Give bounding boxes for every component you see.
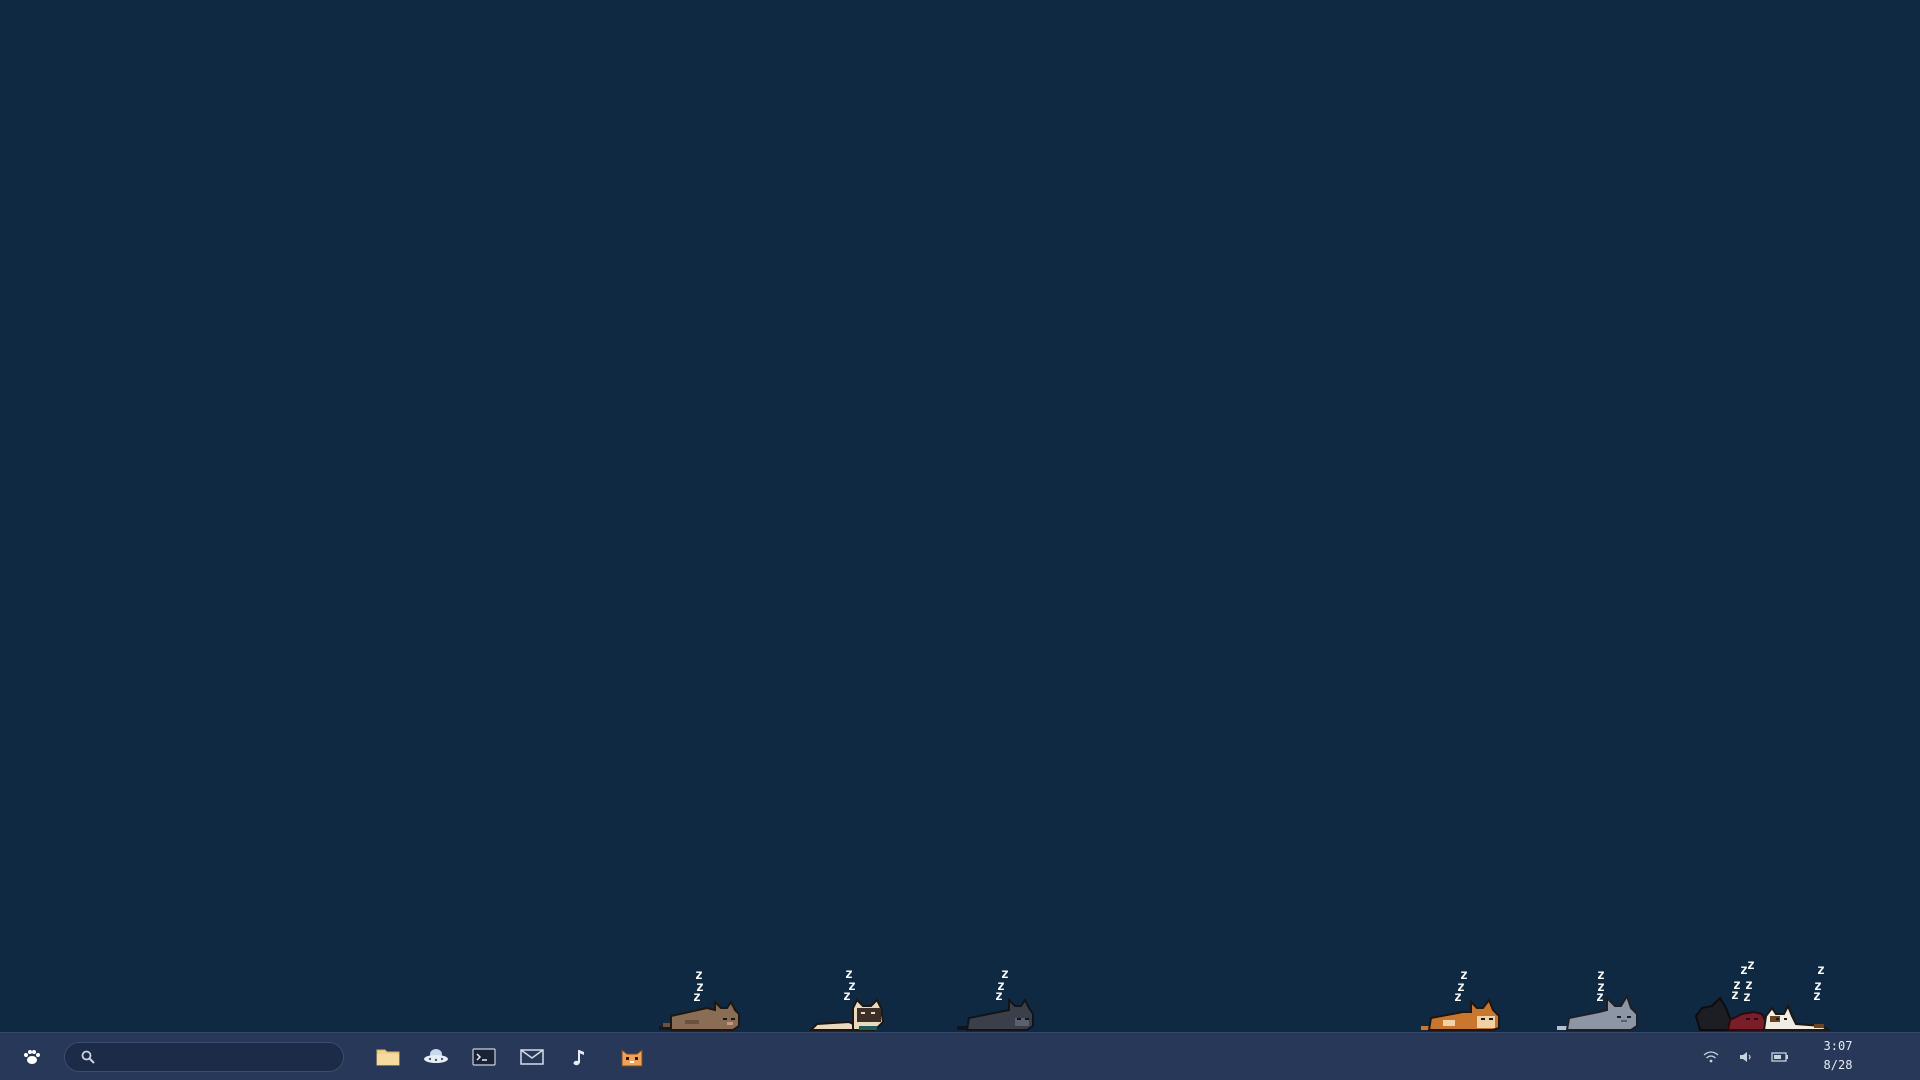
- sleeping-cat-gray[interactable]: z z z: [1553, 922, 1663, 1032]
- cat-sprite: [957, 997, 1034, 1031]
- search-icon: [81, 1050, 95, 1064]
- clock-time: 3:07: [1823, 1039, 1853, 1053]
- cat-face-icon: [621, 1048, 643, 1066]
- mail-icon: [520, 1048, 544, 1065]
- cat-sprite: [1421, 997, 1500, 1031]
- cat-sprite: [1557, 993, 1638, 1031]
- clock-date: 8/28: [1823, 1058, 1853, 1072]
- cat-app-button[interactable]: [610, 1033, 654, 1080]
- paw-icon: [24, 1049, 40, 1064]
- speaker-icon: [1740, 1051, 1751, 1062]
- sleep-z: z: [1817, 963, 1825, 978]
- ufo-icon: [424, 1048, 448, 1063]
- folder-icon: [376, 1049, 400, 1065]
- sleeping-cat-orange[interactable]: z z z: [1415, 922, 1525, 1032]
- sleeping-cat-brown[interactable]: z z z: [655, 922, 765, 1032]
- sleeping-cat-dark-gray[interactable]: z z z: [953, 922, 1063, 1032]
- sleeping-cat-group[interactable]: z z z z z z z z z: [1690, 922, 1860, 1032]
- terminal-app-button[interactable]: [462, 1033, 506, 1080]
- cat-sprite: [809, 998, 885, 1031]
- taskbar: 3:07 8/28: [0, 1032, 1920, 1080]
- sleep-z: z: [1747, 958, 1755, 973]
- music-app-button[interactable]: [558, 1033, 602, 1080]
- wifi-status[interactable]: [1696, 1033, 1726, 1080]
- search-input[interactable]: [101, 1047, 335, 1069]
- browser-app-button[interactable]: [414, 1033, 458, 1080]
- desktop-background: z z z z z z z z z z z z z z z z z z z z …: [0, 0, 1920, 1032]
- wifi-icon: [1703, 1050, 1719, 1062]
- search-box[interactable]: [64, 1042, 344, 1072]
- terminal-icon: [472, 1047, 496, 1066]
- clock[interactable]: 3:07 8/28: [1808, 1037, 1868, 1077]
- music-note-icon: [573, 1049, 584, 1065]
- cat-sprite-group: [1694, 996, 1832, 1031]
- mail-app-button[interactable]: [510, 1033, 554, 1080]
- cat-sprite: [659, 999, 740, 1031]
- files-app-button[interactable]: [366, 1033, 410, 1080]
- start-button[interactable]: [10, 1033, 54, 1080]
- battery-status[interactable]: [1765, 1033, 1795, 1080]
- sleeping-cat-siamese[interactable]: z z z: [805, 922, 915, 1032]
- volume-control[interactable]: [1731, 1033, 1761, 1080]
- battery-icon: [1771, 1051, 1788, 1062]
